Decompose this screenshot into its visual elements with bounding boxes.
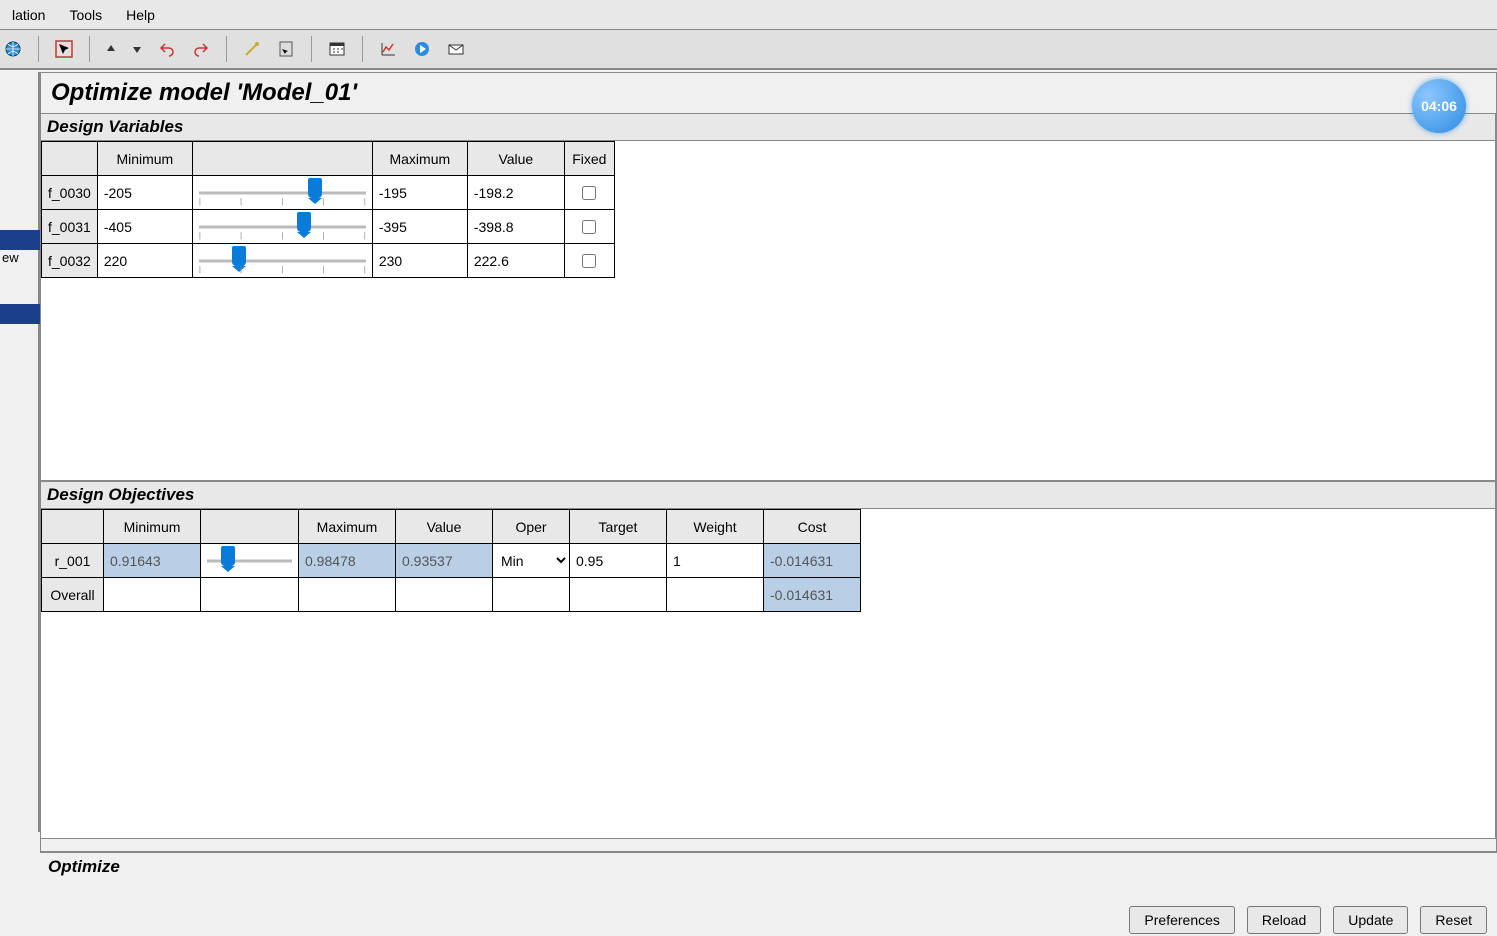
dv-min-input[interactable] xyxy=(98,210,192,243)
timer-badge: 04:06 xyxy=(1412,79,1466,133)
menubar: lation Tools Help xyxy=(0,0,1497,30)
undo-icon[interactable] xyxy=(154,36,180,62)
do-slider[interactable] xyxy=(201,544,299,578)
optimize-label: Optimize xyxy=(40,853,1497,881)
page-title: Optimize model 'Model_01' xyxy=(41,73,1496,113)
col-slider xyxy=(192,142,372,176)
col-weight: Weight xyxy=(667,510,764,544)
dv-slider[interactable]: ||||| xyxy=(192,210,372,244)
reload-button[interactable]: Reload xyxy=(1247,906,1321,934)
dv-name: f_0031 xyxy=(42,210,98,244)
down-arrow-icon[interactable] xyxy=(128,36,146,62)
dv-name: f_0032 xyxy=(42,244,98,278)
footer-panel: Optimize Preferences Reload Update Reset xyxy=(40,852,1497,936)
left-selection-1[interactable] xyxy=(0,230,40,250)
do-row: r_001 Min xyxy=(42,544,861,578)
doc-cursor-icon[interactable] xyxy=(273,36,299,62)
col-blank xyxy=(42,510,104,544)
left-selection-2[interactable] xyxy=(0,304,40,324)
col-slider xyxy=(201,510,299,544)
table-header-row: Minimum Maximum Value Fixed xyxy=(42,142,615,176)
design-objectives-table: Minimum Maximum Value Oper Target Weight… xyxy=(41,509,861,612)
up-arrow-icon[interactable] xyxy=(102,36,120,62)
menu-item-help[interactable]: Help xyxy=(114,3,167,27)
update-button[interactable]: Update xyxy=(1333,906,1408,934)
do-cost xyxy=(764,544,860,577)
dv-fixed-checkbox[interactable] xyxy=(582,220,596,234)
do-overall-label: Overall xyxy=(42,578,104,612)
dv-fixed-checkbox[interactable] xyxy=(582,254,596,268)
col-value: Value xyxy=(467,142,564,176)
dv-slider[interactable]: ||||| xyxy=(192,244,372,278)
design-variables-label: Design Variables xyxy=(41,113,1496,141)
dv-value-input[interactable] xyxy=(468,244,564,277)
dv-value-input[interactable] xyxy=(468,176,564,209)
mail-icon[interactable] xyxy=(443,36,469,62)
chart-icon[interactable] xyxy=(375,36,401,62)
col-cost: Cost xyxy=(764,510,861,544)
main-panel: Optimize model 'Model_01' 04:06 Design V… xyxy=(40,72,1497,852)
do-max xyxy=(299,544,395,577)
dv-max-input[interactable] xyxy=(373,244,467,277)
do-target-input[interactable] xyxy=(570,544,666,577)
design-variables-table: Minimum Maximum Value Fixed f_0030 ||||| xyxy=(41,141,615,278)
col-minimum: Minimum xyxy=(97,142,192,176)
col-minimum: Minimum xyxy=(104,510,201,544)
design-objectives-panel: Minimum Maximum Value Oper Target Weight… xyxy=(41,509,1496,839)
col-maximum: Maximum xyxy=(372,142,467,176)
left-text-ew: ew xyxy=(2,250,19,265)
wand-icon[interactable] xyxy=(239,36,265,62)
calendar-icon[interactable] xyxy=(324,36,350,62)
dv-fixed-checkbox[interactable] xyxy=(582,186,596,200)
globe-icon[interactable] xyxy=(0,36,26,62)
col-blank xyxy=(42,142,98,176)
toolbar xyxy=(0,30,1497,70)
menu-item-tools[interactable]: Tools xyxy=(57,3,114,27)
do-value xyxy=(396,544,492,577)
reset-button[interactable]: Reset xyxy=(1420,906,1487,934)
dv-row: f_0032 ||||| xyxy=(42,244,615,278)
design-objectives-label: Design Objectives xyxy=(41,481,1496,509)
dv-max-input[interactable] xyxy=(373,176,467,209)
dv-name: f_0030 xyxy=(42,176,98,210)
design-variables-panel: Minimum Maximum Value Fixed f_0030 ||||| xyxy=(41,141,1496,481)
do-min xyxy=(104,544,200,577)
dv-slider[interactable]: ||||| xyxy=(192,176,372,210)
do-overall-row: Overall xyxy=(42,578,861,612)
dv-value-input[interactable] xyxy=(468,210,564,243)
play-globe-icon[interactable] xyxy=(409,36,435,62)
dv-min-input[interactable] xyxy=(98,244,192,277)
do-name: r_001 xyxy=(42,544,104,578)
dv-row: f_0031 ||||| xyxy=(42,210,615,244)
col-value: Value xyxy=(396,510,493,544)
col-maximum: Maximum xyxy=(299,510,396,544)
col-oper: Oper xyxy=(493,510,570,544)
do-oper-select[interactable]: Min xyxy=(493,544,569,577)
col-target: Target xyxy=(570,510,667,544)
table-header-row: Minimum Maximum Value Oper Target Weight… xyxy=(42,510,861,544)
left-panel: ew xyxy=(0,72,40,832)
preferences-button[interactable]: Preferences xyxy=(1129,906,1234,934)
dv-min-input[interactable] xyxy=(98,176,192,209)
dv-max-input[interactable] xyxy=(373,210,467,243)
redo-icon[interactable] xyxy=(188,36,214,62)
do-overall-cost xyxy=(764,578,860,611)
do-weight-input[interactable] xyxy=(667,544,763,577)
col-fixed: Fixed xyxy=(564,142,614,176)
cursor-icon[interactable] xyxy=(51,36,77,62)
dv-row: f_0030 ||||| xyxy=(42,176,615,210)
menu-item-simulation[interactable]: lation xyxy=(0,3,57,27)
